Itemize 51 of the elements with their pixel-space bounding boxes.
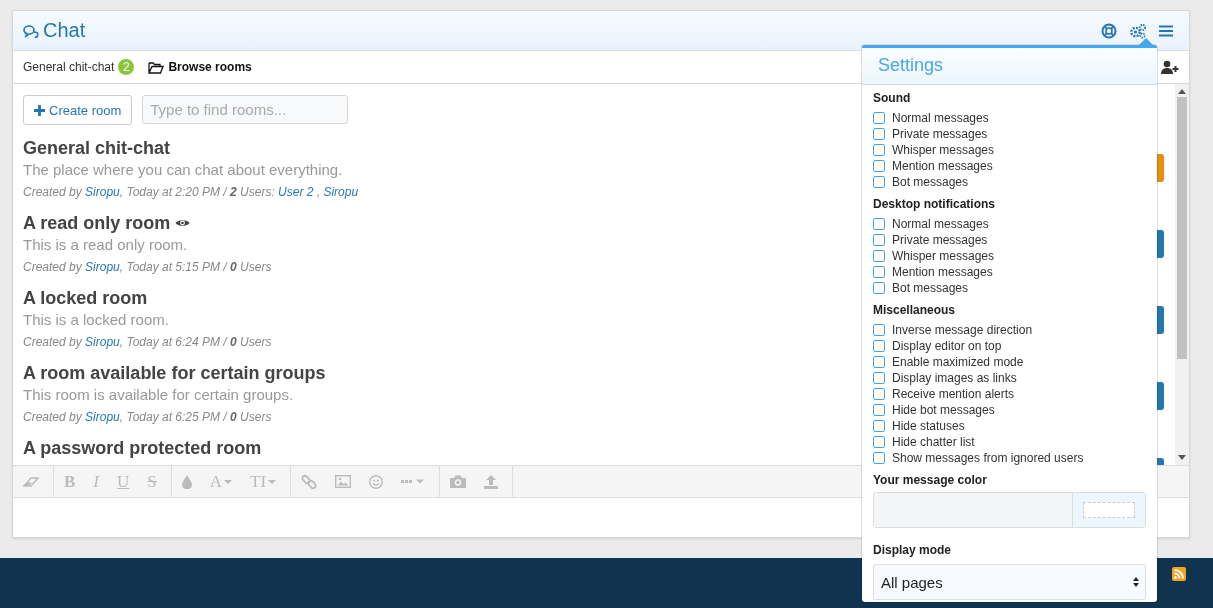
option-label[interactable]: Display images as links: [892, 370, 1017, 386]
option-label[interactable]: Normal messages: [892, 110, 989, 126]
option-label[interactable]: Hide statuses: [892, 418, 965, 434]
user-link[interactable]: Siropu: [323, 185, 359, 199]
option-label[interactable]: Whisper messages: [892, 248, 995, 264]
section-heading: Display mode: [873, 542, 953, 558]
option-label[interactable]: Bot messages: [892, 280, 969, 296]
option-label[interactable]: Enable maximized mode: [892, 354, 1024, 370]
section-heading: Your message color: [873, 472, 988, 488]
room-search-field[interactable]: Type to find rooms...: [142, 95, 349, 124]
section-heading: Desktop notifications: [873, 196, 996, 212]
option-label[interactable]: Inverse message direction: [892, 322, 1033, 338]
room-title[interactable]: A locked room: [23, 287, 148, 309]
room-description: This is a locked room.: [23, 310, 170, 330]
create-room-button[interactable]: Create room: [23, 95, 133, 125]
settings-title: Settings: [862, 48, 1157, 85]
option-label[interactable]: Bot messages: [892, 174, 969, 190]
option-label[interactable]: Whisper messages: [892, 142, 995, 158]
room-title[interactable]: A password protected room: [23, 437, 262, 459]
section-heading: Sound: [873, 90, 912, 106]
room-info: Created by Siropu, Today at 2:20 PM / 2 Users: User 2 , Siropu: [23, 184, 359, 201]
room-title[interactable]: A room available for certain groups: [23, 362, 326, 384]
room-tab[interactable]: General chit-chat: [23, 60, 115, 74]
display-mode-select[interactable]: All pages: [873, 564, 1146, 600]
window-title: Chat: [43, 19, 86, 42]
option-label[interactable]: Show messages from ignored users: [892, 450, 1084, 466]
option-label[interactable]: Display editor on top: [892, 338, 1002, 354]
option-label[interactable]: Hide chatter list: [892, 434, 975, 450]
room-title[interactable]: General chit-chat: [23, 137, 171, 159]
room-description: This room is available for certain groups.: [23, 385, 295, 405]
user-link[interactable]: Siropu: [85, 260, 120, 274]
room-description: This is a read only room.: [23, 235, 189, 255]
option-label[interactable]: Normal messages: [892, 216, 989, 232]
option-label[interactable]: Private messages: [892, 126, 988, 142]
section-heading: Miscellaneous: [873, 302, 957, 318]
user-link[interactable]: Siropu: [85, 185, 120, 199]
user-count-badge: 2: [118, 59, 135, 75]
room-title[interactable]: A read only room: [23, 212, 171, 234]
room-info: Created by Siropu, Today at 6:24 PM / 0 Users: [23, 334, 272, 351]
room-description: The place where you can chat about everything.: [23, 160, 344, 180]
option-label[interactable]: Mention messages: [892, 158, 993, 174]
option-label[interactable]: Mention messages: [892, 264, 993, 280]
option-label[interactable]: Private messages: [892, 232, 988, 248]
room-info: Created by Siropu, Today at 6:25 PM / 0 Users: [23, 409, 273, 426]
user-link[interactable]: Siropu: [85, 335, 120, 349]
user-link[interactable]: Siropu: [85, 410, 120, 424]
option-label[interactable]: Hide bot messages: [892, 402, 995, 418]
user-link[interactable]: User 2: [278, 185, 314, 199]
option-label[interactable]: Receive mention alerts: [892, 386, 1015, 402]
room-info: Created by Siropu, Today at 5:15 PM / 0 Users: [23, 259, 272, 276]
room-tab[interactable]: Browse rooms: [148, 60, 252, 74]
